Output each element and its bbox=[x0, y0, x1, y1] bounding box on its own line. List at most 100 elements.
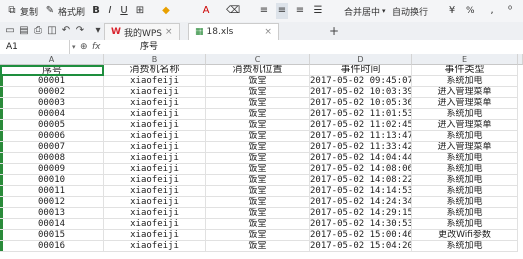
table-cell[interactable]: 2017-05-02 14:30:53 bbox=[310, 219, 412, 230]
table-cell[interactable]: xiaofeiji bbox=[104, 164, 206, 175]
table-cell[interactable]: 系统加电 bbox=[412, 164, 518, 175]
header-cell-location[interactable]: 消费机位置 bbox=[206, 65, 310, 76]
table-cell[interactable]: 饭堂 bbox=[206, 153, 310, 164]
font-color-button[interactable]: A bbox=[200, 3, 212, 19]
format-painter-button[interactable]: ✎ 格式刷 bbox=[44, 3, 85, 19]
align-right-button[interactable]: ≡ bbox=[294, 3, 306, 19]
table-cell[interactable]: 系统加电 bbox=[412, 76, 518, 87]
decimal-button[interactable]: ⁰ bbox=[504, 3, 516, 19]
table-cell[interactable]: xiaofeiji bbox=[104, 186, 206, 197]
table-cell[interactable]: xiaofeiji bbox=[104, 175, 206, 186]
formula-input[interactable]: 序号 bbox=[140, 40, 158, 54]
table-cell[interactable]: 系统加电 bbox=[412, 241, 518, 252]
table-cell[interactable]: 饭堂 bbox=[206, 219, 310, 230]
copy-button[interactable]: ⧉ 复制 bbox=[6, 3, 38, 19]
table-cell[interactable]: 饭堂 bbox=[206, 76, 310, 87]
table-cell[interactable]: 系统加电 bbox=[412, 153, 518, 164]
name-box[interactable]: A1 bbox=[0, 40, 70, 54]
italic-button[interactable]: I bbox=[104, 3, 116, 19]
table-cell[interactable]: 系统加电 bbox=[412, 197, 518, 208]
close-icon[interactable]: × bbox=[264, 27, 272, 37]
table-cell[interactable]: 系统加电 bbox=[412, 208, 518, 219]
table-cell[interactable]: xiaofeiji bbox=[104, 153, 206, 164]
underline-button[interactable]: U bbox=[118, 3, 130, 19]
table-cell[interactable]: 2017-05-02 10:05:36 bbox=[310, 98, 412, 109]
column-header-f[interactable] bbox=[518, 54, 523, 65]
table-cell[interactable]: xiaofeiji bbox=[104, 109, 206, 120]
table-cell[interactable]: 更改Wifi参数 bbox=[412, 230, 518, 241]
table-cell[interactable]: 00013 bbox=[0, 208, 104, 219]
table-cell[interactable]: 00004 bbox=[0, 109, 104, 120]
column-header-e[interactable]: E bbox=[412, 54, 518, 65]
align-center-button[interactable]: ≡ bbox=[276, 3, 288, 19]
table-cell[interactable]: 00008 bbox=[0, 153, 104, 164]
table-cell[interactable]: 进入管理菜单 bbox=[412, 98, 518, 109]
table-cell[interactable]: 2017-05-02 14:24:34 bbox=[310, 197, 412, 208]
table-cell[interactable]: 2017-05-02 15:04:20 bbox=[310, 241, 412, 252]
table-cell[interactable]: 饭堂 bbox=[206, 197, 310, 208]
thousands-button[interactable]: ‚ bbox=[486, 3, 498, 19]
preview-icon[interactable]: ◫ bbox=[46, 25, 58, 37]
table-cell[interactable]: xiaofeiji bbox=[104, 197, 206, 208]
table-cell[interactable]: 系统加电 bbox=[412, 131, 518, 142]
header-cell-time[interactable]: 事件时间 bbox=[310, 65, 412, 76]
table-cell[interactable]: 饭堂 bbox=[206, 131, 310, 142]
table-cell[interactable]: xiaofeiji bbox=[104, 76, 206, 87]
table-cell[interactable]: 饭堂 bbox=[206, 142, 310, 153]
table-cell[interactable]: 00016 bbox=[0, 241, 104, 252]
customize-icon[interactable]: ▾ bbox=[92, 25, 104, 37]
clear-button[interactable]: ⌫ bbox=[226, 3, 240, 19]
table-cell[interactable]: 00007 bbox=[0, 142, 104, 153]
table-cell[interactable]: 2017-05-02 11:33:42 bbox=[310, 142, 412, 153]
table-cell[interactable]: 饭堂 bbox=[206, 109, 310, 120]
percent-button[interactable]: % bbox=[466, 3, 475, 19]
print-icon[interactable]: ⎙ bbox=[32, 25, 44, 37]
table-cell[interactable]: 00015 bbox=[0, 230, 104, 241]
tab-spreadsheet[interactable]: ▦ 18.xls × bbox=[188, 23, 279, 40]
header-cell-seq[interactable]: 序号 bbox=[0, 65, 104, 76]
header-cell-name[interactable]: 消费机名称 bbox=[104, 65, 206, 76]
table-cell[interactable]: xiaofeiji bbox=[104, 219, 206, 230]
table-cell[interactable]: 饭堂 bbox=[206, 120, 310, 131]
open-icon[interactable]: ▤ bbox=[18, 25, 30, 37]
merge-center-button[interactable]: 合并居中 ▾ bbox=[344, 3, 386, 19]
table-cell[interactable]: 饭堂 bbox=[206, 208, 310, 219]
table-cell[interactable]: 2017-05-02 10:03:39 bbox=[310, 87, 412, 98]
table-cell[interactable]: 饭堂 bbox=[206, 175, 310, 186]
column-header-d[interactable]: D bbox=[310, 54, 412, 65]
table-cell[interactable]: 00010 bbox=[0, 175, 104, 186]
table-cell[interactable]: 2017-05-02 09:45:07 bbox=[310, 76, 412, 87]
justify-button[interactable]: ☰ bbox=[312, 3, 324, 19]
table-cell[interactable]: 系统加电 bbox=[412, 219, 518, 230]
table-cell[interactable]: xiaofeiji bbox=[104, 241, 206, 252]
table-cell[interactable]: 2017-05-02 14:08:22 bbox=[310, 175, 412, 186]
table-cell[interactable]: 饭堂 bbox=[206, 186, 310, 197]
column-header-c[interactable]: C bbox=[206, 54, 310, 65]
table-cell[interactable]: xiaofeiji bbox=[104, 120, 206, 131]
table-cell[interactable]: 2017-05-02 14:04:44 bbox=[310, 153, 412, 164]
table-cell[interactable]: xiaofeiji bbox=[104, 142, 206, 153]
table-cell[interactable]: 饭堂 bbox=[206, 241, 310, 252]
table-cell[interactable]: 00014 bbox=[0, 219, 104, 230]
redo-icon[interactable]: ↷ bbox=[74, 25, 86, 37]
table-cell[interactable]: 系统加电 bbox=[412, 186, 518, 197]
table-cell[interactable]: 2017-05-02 11:13:47 bbox=[310, 131, 412, 142]
fx-label[interactable]: fx bbox=[92, 40, 101, 54]
table-cell[interactable]: 2017-05-02 14:29:15 bbox=[310, 208, 412, 219]
table-cell[interactable]: 00001 bbox=[0, 76, 104, 87]
table-cell[interactable]: 饭堂 bbox=[206, 87, 310, 98]
table-cell[interactable]: 00002 bbox=[0, 87, 104, 98]
fill-color-button[interactable]: ◆ bbox=[160, 3, 172, 19]
table-cell[interactable]: 饭堂 bbox=[206, 230, 310, 241]
table-cell[interactable]: 进入管理菜单 bbox=[412, 87, 518, 98]
table-cell[interactable]: xiaofeiji bbox=[104, 98, 206, 109]
column-header-a[interactable]: A bbox=[0, 54, 104, 65]
table-cell[interactable]: 2017-05-02 11:01:53 bbox=[310, 109, 412, 120]
table-cell[interactable]: 系统加电 bbox=[412, 109, 518, 120]
table-cell[interactable]: 系统加电 bbox=[412, 175, 518, 186]
table-cell[interactable]: xiaofeiji bbox=[104, 230, 206, 241]
table-cell[interactable]: xiaofeiji bbox=[104, 131, 206, 142]
table-cell[interactable]: 00003 bbox=[0, 98, 104, 109]
border-button[interactable]: ⊞ bbox=[134, 3, 146, 19]
auto-wrap-button[interactable]: 自动换行 bbox=[392, 3, 428, 19]
